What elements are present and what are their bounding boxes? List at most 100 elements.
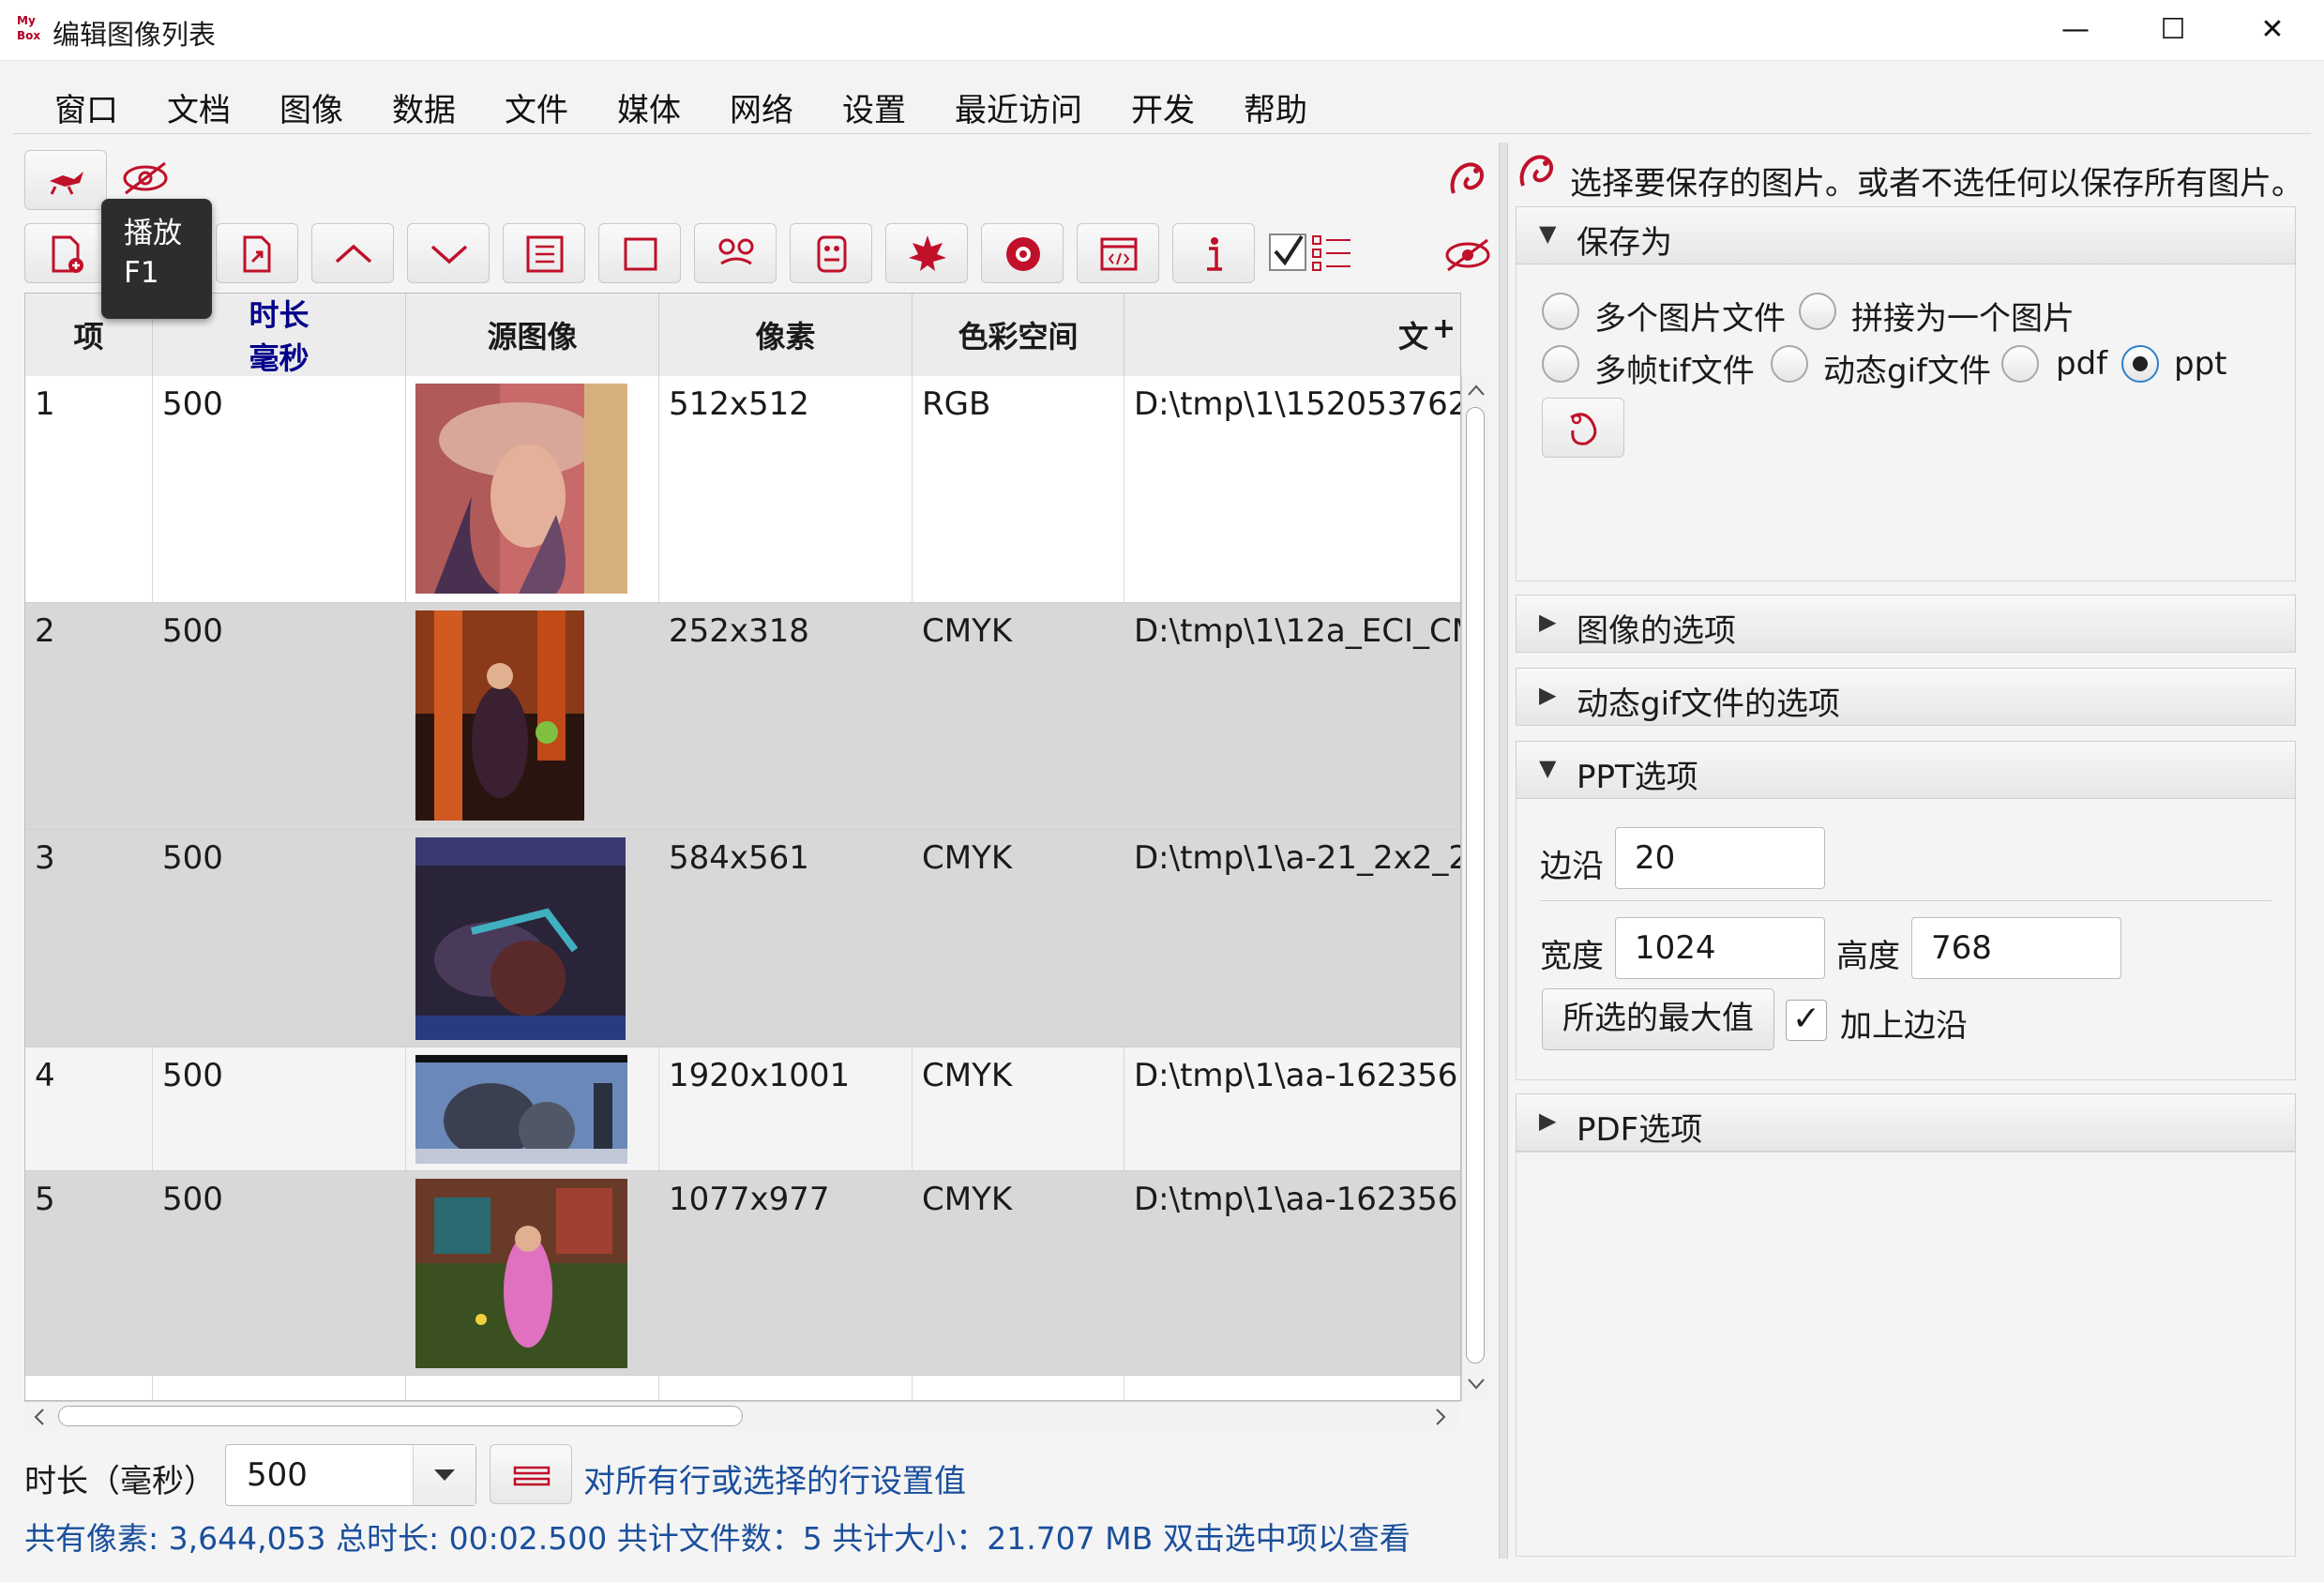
cell-duration[interactable]: 500 xyxy=(153,376,406,602)
menu-document[interactable]: 文档 xyxy=(167,84,231,130)
table-row[interactable]: 3 500 584x561 CMYK D:\tmp\1\a-21_2x2_2- xyxy=(25,830,1460,1047)
cell-source[interactable] xyxy=(406,830,659,1047)
ppt-options-title: PPT选项 xyxy=(1577,759,1698,796)
radio-label-splice[interactable]: 拼接为一个图片 xyxy=(1851,293,2075,339)
info-button[interactable] xyxy=(1172,223,1255,283)
dropdown-button[interactable] xyxy=(413,1445,475,1505)
radio-multiple-files[interactable] xyxy=(1542,293,1579,330)
scroll-up-icon[interactable] xyxy=(1466,381,1486,399)
scroll-down-icon[interactable] xyxy=(1466,1375,1486,1394)
ppt-options-section-header[interactable]: ▼ PPT选项 xyxy=(1516,741,2296,799)
table-row[interactable]: 5 500 1077x977 CMYK D:\tmp\1\aa-1623563 xyxy=(25,1171,1460,1376)
cell-duration[interactable]: 500 xyxy=(153,830,406,1047)
dragon-icon[interactable] xyxy=(1444,156,1491,208)
select-all-button[interactable] xyxy=(503,223,585,283)
max-selected-button[interactable]: 所选的最大值 xyxy=(1542,988,1774,1050)
cell-source[interactable] xyxy=(406,1171,659,1375)
insert-file-button[interactable] xyxy=(216,223,298,283)
add-margin-label[interactable]: 加上边沿 xyxy=(1840,1000,1968,1046)
menu-recent[interactable]: 最近访问 xyxy=(955,84,1082,130)
radio-pdf[interactable] xyxy=(2001,345,2039,383)
save-bag-icon xyxy=(1570,413,1597,445)
duration-combobox[interactable]: 500 xyxy=(225,1444,476,1506)
width-field[interactable]: 1024 xyxy=(1615,917,1825,979)
add-margin-checkbox[interactable]: ✓ xyxy=(1786,1000,1827,1041)
view-button[interactable] xyxy=(694,223,777,283)
add-file-button[interactable] xyxy=(24,223,107,283)
menu-image[interactable]: 图像 xyxy=(279,84,343,130)
cell-source[interactable] xyxy=(406,603,659,829)
duration-value[interactable]: 500 xyxy=(247,1456,308,1494)
cell-source[interactable] xyxy=(406,1047,659,1170)
add-column-icon[interactable]: + xyxy=(1432,312,1456,345)
horizontal-scroll-thumb[interactable] xyxy=(58,1406,743,1426)
hide-eye-icon[interactable] xyxy=(120,159,171,201)
column-header-colorspace[interactable]: 色彩空间 xyxy=(913,294,1124,376)
play-button[interactable] xyxy=(24,150,107,210)
pane-splitter[interactable] xyxy=(1499,143,1508,1559)
flower-button[interactable] xyxy=(981,223,1064,283)
save-as-section-header[interactable]: ▼ 保存为 xyxy=(1516,206,2296,264)
column-header-source[interactable]: 源图像 xyxy=(406,294,659,376)
cell-pixels: 584x561 xyxy=(659,830,913,1047)
radio-splice[interactable] xyxy=(1799,293,1836,330)
move-down-button[interactable] xyxy=(407,223,490,283)
vertical-scrollbar[interactable] xyxy=(1461,375,1490,1401)
menu-file[interactable]: 文件 xyxy=(505,84,568,130)
scroll-right-icon[interactable] xyxy=(1431,1407,1450,1427)
cell-item: 1 xyxy=(25,376,153,602)
radio-label-pdf[interactable]: pdf xyxy=(2056,345,2107,383)
horizontal-scrollbar[interactable] xyxy=(24,1401,1459,1430)
column-header-pixels[interactable]: 像素 xyxy=(659,294,913,376)
cell-duration[interactable]: 500 xyxy=(153,1171,406,1375)
height-label: 高度 xyxy=(1836,938,1900,975)
menu-help[interactable]: 帮助 xyxy=(1244,84,1307,130)
vertical-scroll-thumb[interactable] xyxy=(1466,407,1485,1364)
radio-ppt[interactable] xyxy=(2121,345,2159,383)
image-options-section-header[interactable]: ▶ 图像的选项 xyxy=(1516,595,2296,653)
tooltip-shortcut: F1 xyxy=(124,256,159,290)
maximize-button[interactable]: ☐ xyxy=(2140,8,2206,53)
cell-duration[interactable]: 500 xyxy=(153,1047,406,1170)
menu-develop[interactable]: 开发 xyxy=(1131,84,1195,130)
cell-item: 4 xyxy=(25,1047,153,1170)
menu-data[interactable]: 数据 xyxy=(392,84,456,130)
radio-label-multiframe-tif[interactable]: 多帧tif文件 xyxy=(1594,345,1755,391)
cell-file: D:\tmp\1\aa-1623563 xyxy=(1134,1057,1460,1094)
menu-network[interactable]: 网络 xyxy=(730,84,793,130)
menu-window[interactable]: 窗口 xyxy=(54,84,118,130)
radio-animated-gif[interactable] xyxy=(1771,345,1808,383)
app-logo-icon: My Box xyxy=(17,14,41,42)
minimize-button[interactable]: — xyxy=(2043,8,2108,53)
maple-leaf-button[interactable] xyxy=(885,223,968,283)
save-hint: 选择要保存的图片。或者不选任何以保存所有图片。 xyxy=(1570,165,2303,203)
close-button[interactable]: ✕ xyxy=(2240,8,2305,53)
menu-settings[interactable]: 设置 xyxy=(842,84,906,130)
margin-label: 边沿 xyxy=(1540,848,1604,885)
table-row[interactable]: 2 500 252x318 CMYK D:\tmp\1\12a_ECI_CM xyxy=(25,603,1460,830)
cell-source[interactable] xyxy=(406,376,659,602)
checklist-icon[interactable] xyxy=(1268,231,1354,279)
empty-cell xyxy=(25,1376,153,1400)
radio-label-animated-gif[interactable]: 动态gif文件 xyxy=(1823,345,1991,391)
radio-label-multiple-files[interactable]: 多个图片文件 xyxy=(1594,293,1786,339)
cell-duration[interactable]: 500 xyxy=(153,603,406,829)
save-button[interactable] xyxy=(1542,398,1624,458)
menu-media[interactable]: 媒体 xyxy=(617,84,681,130)
margin-field[interactable]: 20 xyxy=(1615,827,1825,889)
radio-label-ppt[interactable]: ppt xyxy=(2174,345,2227,383)
table-row[interactable]: 1 500 512x512 RGB D:\tmp\1\152053762( xyxy=(25,376,1460,603)
scroll-left-icon[interactable] xyxy=(30,1407,49,1427)
gif-options-section-header[interactable]: ▶ 动态gif文件的选项 xyxy=(1516,668,2296,726)
html-button[interactable] xyxy=(1077,223,1159,283)
column-header-file[interactable]: 文 xyxy=(1124,294,1460,376)
table-row[interactable]: 4 500 1920x1001 CMYK D:\tmp\1\aa-1623563 xyxy=(25,1047,1460,1171)
select-none-button[interactable] xyxy=(598,223,681,283)
height-field[interactable]: 768 xyxy=(1911,917,2121,979)
eye-icon[interactable] xyxy=(1442,236,1493,278)
move-up-button[interactable] xyxy=(311,223,394,283)
pdf-options-section-header[interactable]: ▶ PDF选项 xyxy=(1516,1093,2296,1152)
radio-multiframe-tif[interactable] xyxy=(1542,345,1579,383)
set-value-button[interactable] xyxy=(490,1444,572,1504)
edit-button[interactable] xyxy=(790,223,872,283)
